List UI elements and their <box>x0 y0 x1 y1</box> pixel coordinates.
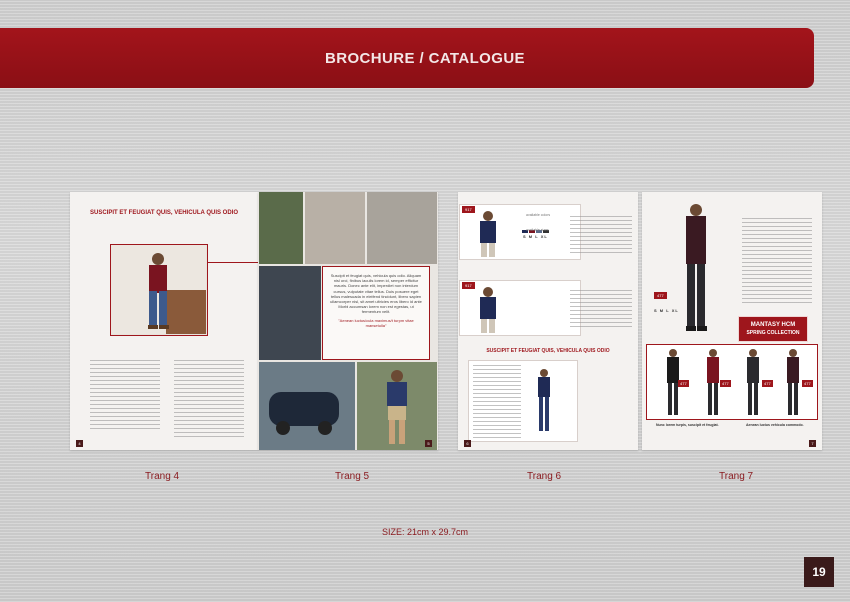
caption-left: Nunc lorem turpis, suscipit et feugiat. <box>656 423 719 427</box>
label-trang-6: Trang 6 <box>527 471 562 482</box>
page4-heading: SUSCIPIT ET FEUGIAT QUIS, VEHICULA QUIS … <box>89 210 238 216</box>
caption-right: Aenean luctus vehicula commodo. <box>746 423 804 427</box>
banner-title: BROCHURE / CATALOGUE <box>325 49 525 67</box>
collection-badge: MANTASY HCM SPRING COLLECTION <box>738 316 808 342</box>
price-badge-main: 477 <box>654 292 667 299</box>
page4-photo-frame <box>110 244 208 336</box>
page6-text-2 <box>570 290 632 330</box>
product-shirt-2 <box>480 287 496 333</box>
label-trang-4: Trang 4 <box>145 471 180 482</box>
page-7-preview[interactable]: 477 S M L XL MANTASY HCM SPRING COLLECTI… <box>642 192 822 450</box>
page5-quote: Suscipit et feugiat quis, vehicula quis … <box>330 273 422 315</box>
page4-text-col2 <box>174 360 244 440</box>
photo-car-seat <box>259 192 303 264</box>
product-model-3 <box>538 369 550 431</box>
header-banner: BROCHURE / CATALOGUE <box>0 28 814 88</box>
page5-number: 5 <box>425 440 432 447</box>
model-photo <box>111 245 206 334</box>
photo-chair <box>305 192 365 264</box>
price-badge-row-1: 477 <box>678 380 689 387</box>
colors-label: available colors <box>526 213 551 217</box>
sizes-label: available sizes <box>526 228 549 232</box>
photo-blue-sweater <box>357 362 437 450</box>
page-6-preview[interactable]: available colors available sizes S M L X… <box>458 192 638 450</box>
price-badge-1: 917 <box>462 206 475 213</box>
page-4-preview[interactable]: SUSCIPIT ET FEUGIAT QUIS, VEHICULA QUIS … <box>70 192 258 450</box>
price-badge-row-2: 477 <box>720 380 731 387</box>
collection-line2: SPRING COLLECTION <box>746 330 800 336</box>
page-5-preview[interactable]: Suscipit et feugiat quis, vehicula quis … <box>258 192 438 450</box>
model-full-body <box>686 204 707 331</box>
page6-number: 6 <box>464 440 471 447</box>
four-models <box>667 349 799 415</box>
collection-line1: MANTASY HCM <box>750 322 796 328</box>
photo-lying <box>259 266 321 360</box>
photo-vintage-car <box>259 362 355 450</box>
page7-sizes: S M L XL <box>654 308 679 313</box>
connector-line <box>208 262 258 263</box>
page6-text-1 <box>570 216 632 256</box>
label-trang-7: Trang 7 <box>719 471 754 482</box>
photo-stairs <box>367 192 437 264</box>
label-trang-5: Trang 5 <box>335 471 370 482</box>
product-shirt-1 <box>480 211 496 257</box>
sheet-number: 19 <box>804 557 834 587</box>
product-card-2 <box>459 280 581 336</box>
page6-heading: SUSCIPIT ET FEUGIAT QUIS, VEHICULA QUIS … <box>486 348 610 354</box>
page4-number: 4 <box>76 440 83 447</box>
price-badge-2: 917 <box>462 282 475 289</box>
product-card-3 <box>468 360 578 442</box>
product-card-1: available colors available sizes S M L X… <box>459 204 581 260</box>
page7-number: 7 <box>809 440 816 447</box>
price-badge-row-3: 477 <box>762 380 773 387</box>
page5-quote-box: Suscipit et feugiat quis, vehicula quis … <box>322 266 430 360</box>
page7-text <box>742 218 812 306</box>
price-badge-row-4: 477 <box>802 380 813 387</box>
sizes-value: S M L XL <box>523 234 548 239</box>
models-lineup <box>646 344 818 420</box>
page4-text-col1 <box>90 360 160 430</box>
page5-quote-red: "Aenean luctus/cula maximus/t turpm vita… <box>338 317 414 328</box>
size-note: SIZE: 21cm x 29.7cm <box>381 527 469 537</box>
